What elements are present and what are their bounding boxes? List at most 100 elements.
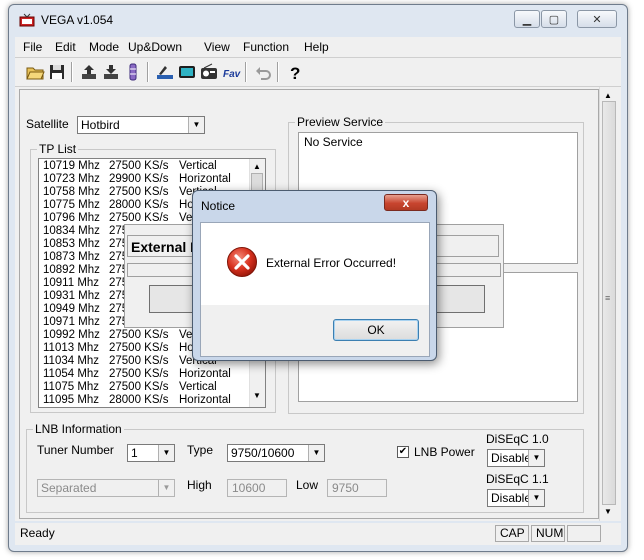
connect-icon[interactable]	[123, 62, 143, 82]
favorites-icon[interactable]: Fav	[221, 62, 241, 82]
maximize-icon: ▢	[548, 14, 560, 26]
menu-mode[interactable]: Mode	[89, 40, 119, 54]
chevron-down-icon[interactable]: ▼	[158, 445, 174, 461]
satellite-label: Satellite	[26, 117, 69, 131]
tp-freq: 11013 Mhz	[43, 342, 100, 354]
tp-rate: 27500 KS/s	[109, 186, 169, 198]
close-button[interactable]: ✕	[577, 10, 617, 28]
chevron-down-icon[interactable]: ▼	[188, 117, 204, 133]
diseqc10-label: DiSEqC 1.0	[486, 432, 549, 446]
chevron-down-icon[interactable]: ▼	[308, 445, 324, 461]
toolbar-separator	[277, 62, 279, 82]
tp-rate: 27500 KS/s	[109, 342, 169, 354]
scroll-down-icon[interactable]: ▼	[604, 507, 612, 516]
tp-freq: 10853 Mhz	[43, 238, 100, 250]
minimize-button[interactable]: ▁	[514, 10, 540, 28]
lnb-mode-select[interactable]: Separated ▼	[37, 479, 175, 497]
open-folder-icon[interactable]	[25, 62, 45, 82]
tuner-number-label: Tuner Number	[37, 443, 114, 457]
low-frequency-field[interactable]: 9750	[327, 479, 387, 497]
lnb-mode-value: Separated	[41, 481, 97, 495]
tp-freq: 10971 Mhz	[43, 316, 100, 328]
toolbar-separator	[147, 62, 149, 82]
maximize-button[interactable]: ▢	[541, 10, 567, 28]
caps-indicator: CAP	[495, 525, 529, 542]
tp-pol: Horizontal	[179, 368, 231, 380]
tp-rate: 27500 KS/s	[109, 368, 169, 380]
chevron-down-icon[interactable]: ▼	[158, 480, 174, 496]
tp-freq: 11095 Mhz	[43, 394, 100, 406]
menu-updown[interactable]: Up&Down	[128, 40, 182, 54]
save-icon[interactable]	[47, 62, 67, 82]
help-icon[interactable]: ?	[285, 62, 305, 82]
checkmark-icon: ✔	[398, 446, 408, 457]
tp-rate: 27500 KS/s	[109, 381, 169, 393]
scroll-up-icon[interactable]: ▲	[253, 162, 261, 171]
lnb-type-select[interactable]: 9750/10600 ▼	[227, 444, 325, 462]
tp-freq: 10723 Mhz	[43, 173, 100, 185]
grip-icon: ≡	[605, 293, 611, 303]
chevron-down-icon[interactable]: ▼	[528, 450, 544, 466]
diseqc10-select[interactable]: Disable ▼	[487, 449, 545, 467]
close-icon: x	[402, 196, 410, 210]
tp-freq: 10992 Mhz	[43, 329, 100, 341]
preview-service-label: Preview Service	[295, 115, 386, 129]
satellite-select[interactable]: Hotbird ▼	[77, 116, 205, 134]
minimize-icon: ▁	[522, 14, 532, 26]
num-indicator: NUM	[531, 525, 565, 542]
scroll-thumb[interactable]	[602, 101, 616, 505]
lnb-power-label: LNB Power	[414, 445, 475, 459]
tp-list-label: TP List	[37, 142, 79, 156]
menu-function[interactable]: Function	[243, 40, 289, 54]
tp-rate: 28000 KS/s	[109, 394, 169, 406]
lnb-power-checkbox[interactable]: ✔	[397, 446, 409, 458]
tp-freq: 10834 Mhz	[43, 225, 100, 237]
chevron-down-icon[interactable]: ▼	[528, 490, 544, 506]
menu-edit[interactable]: Edit	[55, 40, 76, 54]
app-icon	[19, 13, 35, 27]
toolbar-separator	[71, 62, 73, 82]
tp-freq: 10719 Mhz	[43, 160, 100, 172]
tp-pol: Vertical	[179, 381, 217, 393]
tp-freq: 10949 Mhz	[43, 303, 100, 315]
scroll-up-icon[interactable]: ▲	[604, 91, 612, 100]
tp-rate: 27500 KS/s	[109, 329, 169, 341]
lnb-info-label: LNB Information	[33, 422, 124, 436]
tp-pol: Horizontal	[179, 173, 231, 185]
tp-pol: Horizontal	[179, 394, 231, 406]
main-vertical-scrollbar[interactable]: ▲ ≡ ▼	[599, 87, 618, 521]
satellite-edit-icon[interactable]	[155, 62, 175, 82]
tp-freq: 10775 Mhz	[43, 199, 100, 211]
scroll-down-icon[interactable]: ▼	[253, 391, 261, 400]
diseqc11-value: Disable	[491, 491, 532, 505]
download-icon[interactable]	[101, 62, 121, 82]
radio-icon[interactable]	[199, 62, 219, 82]
diseqc11-select[interactable]: Disable ▼	[487, 489, 545, 507]
title-bar[interactable]: VEGA v1.054 ▁ ▢ ✕	[9, 5, 627, 35]
error-icon	[227, 247, 257, 277]
tp-rate: 27500 KS/s	[109, 160, 169, 172]
undo-icon[interactable]	[253, 62, 273, 82]
menu-view[interactable]: View	[204, 40, 230, 54]
menu-bar: File Edit Mode Up&Down View Function Hel…	[15, 37, 621, 58]
low-label: Low	[296, 478, 319, 492]
toolbar: Fav ?	[15, 58, 621, 87]
tuner-number-select[interactable]: 1 ▼	[127, 444, 175, 462]
tp-freq: 11034 Mhz	[43, 355, 100, 367]
upload-icon[interactable]	[79, 62, 99, 82]
tp-freq: 10758 Mhz	[43, 186, 100, 198]
menu-file[interactable]: File	[23, 40, 42, 54]
tv-icon[interactable]	[177, 62, 197, 82]
tp-freq: 10892 Mhz	[43, 264, 100, 276]
window-title: VEGA v1.054	[41, 13, 114, 27]
status-bar: Ready CAP NUM	[15, 523, 621, 545]
tp-freq: 10931 Mhz	[43, 290, 100, 302]
tp-pol: Vertical	[179, 160, 217, 172]
tp-freq: 11075 Mhz	[43, 381, 100, 393]
notice-close-button[interactable]: x	[384, 194, 428, 211]
menu-help[interactable]: Help	[304, 40, 329, 54]
ok-button[interactable]: OK	[333, 319, 419, 341]
satellite-value: Hotbird	[81, 118, 120, 132]
high-frequency-field[interactable]: 10600	[227, 479, 287, 497]
tp-freq: 10911 Mhz	[43, 277, 100, 289]
